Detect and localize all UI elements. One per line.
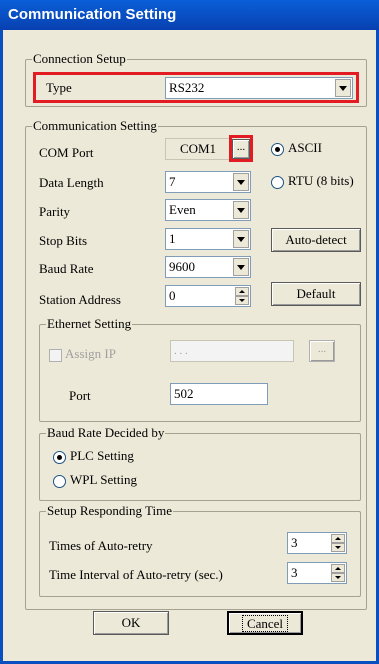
port-value: 502 <box>174 386 194 401</box>
wpl-setting-label[interactable]: WPL Setting <box>70 472 137 488</box>
chevron-down-icon[interactable] <box>233 230 249 248</box>
responding-time-group: Setup Responding Time <box>39 503 361 597</box>
auto-retry-value: 3 <box>291 535 298 550</box>
type-select-value: RS232 <box>169 80 205 95</box>
parity-select[interactable]: Even <box>165 199 251 221</box>
cancel-button[interactable]: Cancel <box>227 611 303 635</box>
retry-interval-label: Time Interval of Auto-retry (sec.) <box>49 567 223 582</box>
auto-detect-label: Auto-detect <box>285 232 347 247</box>
station-address-stepper[interactable] <box>235 287 249 305</box>
ethernet-setting-group: Ethernet Setting <box>39 316 361 422</box>
station-address-value: 0 <box>169 288 176 303</box>
com-port-value: COM1 <box>179 141 217 156</box>
ascii-label[interactable]: ASCII <box>288 140 322 156</box>
retry-interval-value: 3 <box>291 565 298 580</box>
parity-label: Parity <box>39 204 71 219</box>
default-label: Default <box>296 286 336 301</box>
window-title: Communication Setting <box>8 6 177 23</box>
auto-retry-spinner[interactable]: 3 <box>287 532 347 554</box>
stop-bits-value: 1 <box>169 231 176 246</box>
baud-rate-decided-group: Baud Rate Decided by <box>39 425 361 501</box>
ip-browse-button[interactable]: ... <box>309 340 335 362</box>
stop-bits-label: Stop Bits <box>39 233 88 248</box>
wpl-setting-radio[interactable] <box>53 475 66 488</box>
rtu-radio[interactable] <box>271 176 284 189</box>
chevron-down-icon[interactable] <box>335 79 351 97</box>
cancel-label: Cancel <box>241 615 289 632</box>
spin-up-icon[interactable] <box>331 534 345 543</box>
default-button[interactable]: Default <box>271 282 361 306</box>
dialog-body: Connection Setup Type RS232 Communicatio… <box>0 30 379 664</box>
com-port-field: COM1 <box>165 138 231 160</box>
plc-setting-label[interactable]: PLC Setting <box>70 448 134 464</box>
assign-ip-label: Assign IP <box>65 346 116 361</box>
ethernet-setting-legend: Ethernet Setting <box>46 316 133 332</box>
ip-address-field[interactable]: . . . <box>170 340 294 362</box>
ok-label: OK <box>121 615 141 630</box>
stop-bits-select[interactable]: 1 <box>165 228 251 250</box>
spin-up-icon[interactable] <box>235 287 249 296</box>
data-length-value: 7 <box>169 174 176 189</box>
chevron-down-icon[interactable] <box>233 258 249 276</box>
retry-interval-spinner[interactable]: 3 <box>287 562 347 584</box>
port-label: Port <box>69 388 91 403</box>
auto-retry-label: Times of Auto-retry <box>49 538 153 553</box>
ok-button[interactable]: OK <box>93 611 169 635</box>
assign-ip-checkbox[interactable] <box>49 349 62 362</box>
rtu-label[interactable]: RTU (8 bits) <box>288 173 354 189</box>
ascii-radio[interactable] <box>271 143 284 156</box>
spin-up-icon[interactable] <box>331 564 345 573</box>
spin-down-icon[interactable] <box>331 573 345 582</box>
responding-time-legend: Setup Responding Time <box>46 503 173 519</box>
connection-setup-legend: Connection Setup <box>32 51 127 67</box>
port-field[interactable]: 502 <box>170 383 268 405</box>
chevron-down-icon[interactable] <box>233 173 249 191</box>
spin-down-icon[interactable] <box>331 543 345 552</box>
baud-rate-label: Baud Rate <box>39 261 94 276</box>
chevron-down-icon[interactable] <box>233 201 249 219</box>
baud-rate-select[interactable]: 9600 <box>165 256 251 278</box>
title-bar[interactable]: Communication Setting <box>0 0 379 30</box>
plc-setting-radio[interactable] <box>53 451 66 464</box>
auto-detect-button[interactable]: Auto-detect <box>271 228 361 252</box>
spin-down-icon[interactable] <box>235 296 249 305</box>
ip-address-value: . . . <box>174 345 188 357</box>
station-address-label: Station Address <box>39 292 121 307</box>
parity-value: Even <box>169 202 196 217</box>
auto-retry-stepper[interactable] <box>331 534 345 552</box>
baud-rate-value: 9600 <box>169 259 195 274</box>
com-port-label: COM Port <box>39 145 94 160</box>
com-port-highlight-box <box>229 135 253 162</box>
ip-browse-label: ... <box>317 343 327 355</box>
type-select[interactable]: RS232 <box>165 77 353 99</box>
retry-interval-stepper[interactable] <box>331 564 345 582</box>
type-label: Type <box>46 80 72 95</box>
baud-rate-decided-legend: Baud Rate Decided by <box>46 425 166 441</box>
data-length-select[interactable]: 7 <box>165 171 251 193</box>
data-length-label: Data Length <box>39 175 104 190</box>
station-address-spinner[interactable]: 0 <box>165 285 251 307</box>
communication-setting-legend: Communication Setting <box>32 118 158 134</box>
